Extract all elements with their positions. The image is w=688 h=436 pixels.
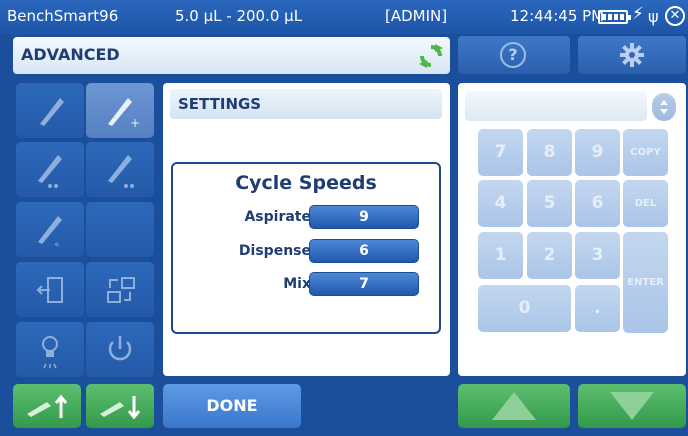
key-3[interactable]: 3 bbox=[575, 232, 620, 279]
pipette-icon bbox=[40, 98, 64, 126]
pipette-rewind-tool-button[interactable]: « bbox=[16, 202, 84, 257]
help-button[interactable]: ? bbox=[458, 36, 570, 74]
pipette-dispense-icon bbox=[108, 155, 134, 188]
triangle-down-icon bbox=[610, 392, 654, 420]
pipette-drops-icon bbox=[38, 155, 62, 188]
mix-speed-field[interactable]: 7 bbox=[309, 272, 419, 296]
volume-range: 5.0 µL - 200.0 µL bbox=[175, 7, 303, 25]
keypad-input[interactable] bbox=[465, 91, 647, 121]
pipette-add-tool-button[interactable]: + bbox=[86, 83, 154, 138]
exit-door-icon bbox=[36, 277, 63, 303]
settings-button[interactable] bbox=[578, 36, 686, 74]
key-5[interactable]: 5 bbox=[527, 180, 572, 227]
mix-label: Mix bbox=[283, 276, 311, 292]
cycle-speeds-box: Cycle Speeds Aspirate 9 Dispense 6 Mix 7 bbox=[171, 162, 441, 334]
enter-key[interactable]: ENTER bbox=[623, 232, 668, 333]
key-0[interactable]: 0 bbox=[478, 285, 571, 332]
pipette-up-icon bbox=[27, 394, 68, 418]
status-bar: BenchSmart96 5.0 µL - 200.0 µL [ADMIN] 1… bbox=[0, 0, 688, 34]
swap-tool-button[interactable] bbox=[86, 262, 154, 317]
key-2[interactable]: 2 bbox=[527, 232, 572, 279]
dispense-speed-field[interactable]: 6 bbox=[309, 239, 419, 263]
key-4[interactable]: 4 bbox=[478, 180, 523, 227]
pipette-tool-button[interactable] bbox=[16, 83, 84, 138]
keypad-panel: 7 8 9 COPY 4 5 6 DEL 1 2 3 ENTER 0 . bbox=[458, 83, 686, 376]
pipette-rewind-icon: « bbox=[38, 216, 62, 250]
key-1[interactable]: 1 bbox=[478, 232, 523, 279]
dispense-down-button[interactable] bbox=[86, 384, 154, 428]
light-tool-button[interactable] bbox=[16, 322, 84, 377]
aspirate-speed-field[interactable]: 9 bbox=[309, 205, 419, 229]
svg-text:«: « bbox=[54, 240, 60, 250]
clock: 12:44:45 PM bbox=[510, 7, 605, 25]
aspirate-label: Aspirate bbox=[244, 209, 311, 225]
power-icon bbox=[108, 336, 132, 361]
scroll-down-button[interactable] bbox=[578, 384, 686, 428]
key-8[interactable]: 8 bbox=[527, 129, 572, 176]
charging-icon: ⚡ bbox=[632, 4, 644, 24]
power-tool-button[interactable] bbox=[86, 322, 154, 377]
usb-icon: ψ bbox=[648, 7, 659, 26]
refresh-icon[interactable] bbox=[418, 43, 444, 69]
triangle-up-icon bbox=[492, 392, 536, 420]
pipette-dispense-tool-button[interactable] bbox=[86, 142, 154, 197]
gear-icon bbox=[620, 43, 644, 67]
spinner-arrows-icon bbox=[660, 100, 668, 114]
key-7[interactable]: 7 bbox=[478, 129, 523, 176]
copy-key[interactable]: COPY bbox=[623, 129, 668, 176]
decimal-key[interactable]: . bbox=[575, 285, 620, 332]
page-title: ADVANCED bbox=[21, 45, 120, 64]
done-button[interactable]: DONE bbox=[163, 384, 301, 428]
pipette-down-icon bbox=[100, 396, 141, 420]
battery-icon bbox=[598, 10, 631, 24]
scroll-up-button[interactable] bbox=[458, 384, 570, 428]
pipette-drops-tool-button[interactable] bbox=[16, 142, 84, 197]
empty-tool-button[interactable] bbox=[86, 202, 154, 257]
user-role: [ADMIN] bbox=[385, 7, 448, 25]
spinner-button[interactable] bbox=[652, 93, 676, 121]
aspirate-up-button[interactable] bbox=[13, 384, 81, 428]
key-9[interactable]: 9 bbox=[575, 129, 620, 176]
pipette-add-icon: + bbox=[108, 98, 140, 130]
delete-key[interactable]: DEL bbox=[623, 180, 668, 227]
close-icon[interactable]: ✕ bbox=[665, 6, 685, 26]
exit-tool-button[interactable] bbox=[16, 262, 84, 317]
app-name: BenchSmart96 bbox=[7, 7, 119, 25]
key-6[interactable]: 6 bbox=[575, 180, 620, 227]
settings-panel: SETTINGS Cycle Speeds Aspirate 9 Dispens… bbox=[163, 83, 450, 376]
swap-icon bbox=[107, 277, 135, 303]
settings-title: SETTINGS bbox=[178, 95, 262, 113]
svg-text:+: + bbox=[130, 116, 140, 130]
dispense-label: Dispense bbox=[238, 243, 311, 259]
help-icon: ? bbox=[500, 42, 526, 68]
lightbulb-icon bbox=[42, 336, 58, 369]
settings-header: SETTINGS bbox=[170, 89, 442, 119]
title-bar: ADVANCED bbox=[13, 37, 450, 74]
cycle-speeds-title: Cycle Speeds bbox=[235, 172, 377, 194]
